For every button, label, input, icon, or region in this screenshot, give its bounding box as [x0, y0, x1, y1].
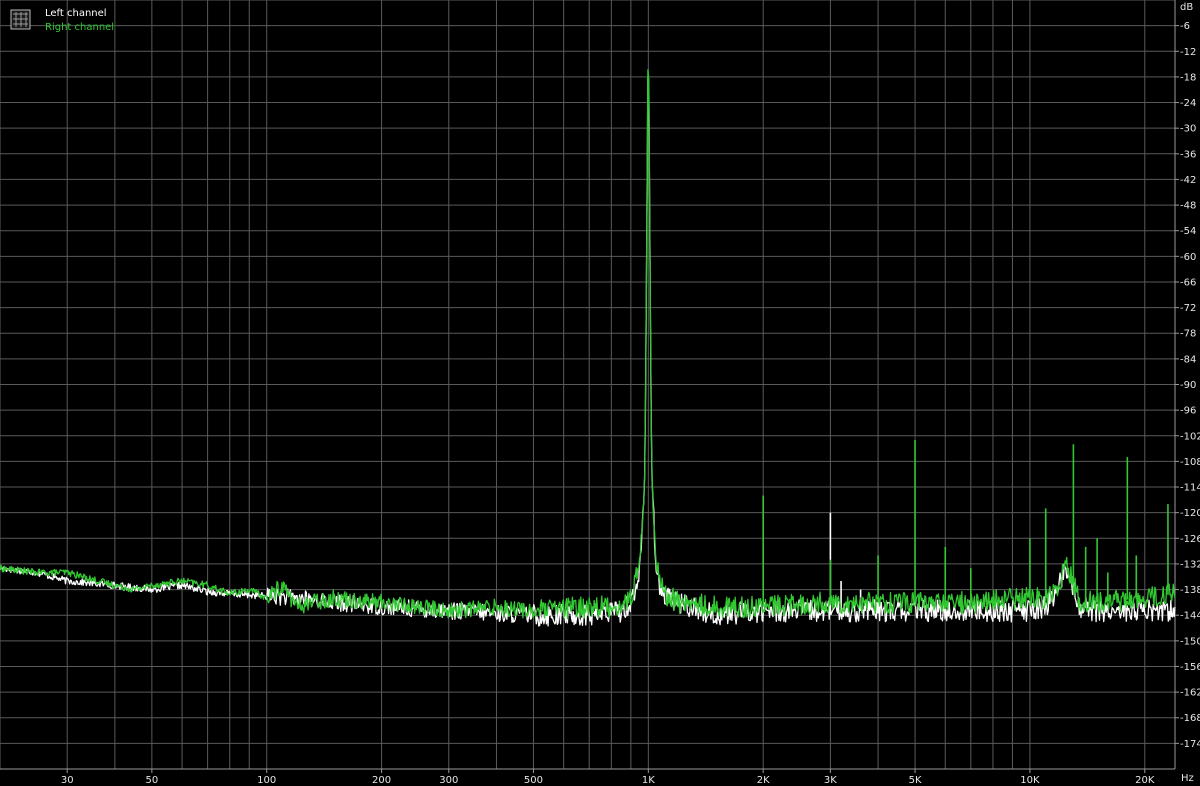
- y-unit-label: dB: [1180, 2, 1193, 13]
- y-tick-label: -18: [1180, 72, 1196, 83]
- x-tick-label: 2K: [757, 775, 770, 786]
- y-tick-label: -72: [1180, 303, 1196, 314]
- x-tick-label: 5K: [909, 775, 922, 786]
- x-tick-label: 500: [524, 775, 543, 786]
- y-tick-label: -6: [1180, 21, 1190, 32]
- y-tick-label: -174: [1180, 739, 1200, 750]
- y-axis-ticks: -6 -12 -18 -24 -30 -36 -42 -48 -54 -60 -66 -72 -78 -8…: [1175, 21, 1200, 750]
- y-tick-label: -60: [1180, 252, 1196, 263]
- x-unit-label: Hz: [1181, 773, 1194, 784]
- y-tick-label: -144: [1180, 611, 1200, 622]
- y-tick-label: -54: [1180, 226, 1196, 237]
- y-tick-label: -138: [1180, 585, 1200, 596]
- x-tick-label: 1K: [642, 775, 655, 786]
- y-tick-label: -114: [1180, 483, 1200, 494]
- x-axis-ticks: 30 50 100 200 300 500 1K 2K 3K 5K 10K 20K: [61, 769, 1155, 786]
- y-tick-label: -132: [1180, 559, 1200, 570]
- y-tick-label: -42: [1180, 175, 1196, 186]
- x-tick-label: 20K: [1135, 775, 1155, 786]
- y-tick-label: -48: [1180, 201, 1196, 212]
- y-tick-label: -90: [1180, 380, 1196, 391]
- y-tick-label: -36: [1180, 149, 1196, 160]
- legend-right-channel: Right channel: [45, 22, 114, 33]
- y-tick-label: -78: [1180, 329, 1196, 340]
- x-tick-label: 10K: [1020, 775, 1040, 786]
- y-tick-label: -30: [1180, 124, 1196, 135]
- y-tick-label: -24: [1180, 98, 1196, 109]
- y-tick-label: -84: [1180, 354, 1196, 365]
- y-tick-label: -162: [1180, 688, 1200, 699]
- y-tick-label: -168: [1180, 713, 1200, 724]
- y-tick-label: -150: [1180, 636, 1200, 647]
- x-tick-label: 300: [439, 775, 458, 786]
- x-tick-label: 100: [257, 775, 276, 786]
- x-tick-label: 30: [61, 775, 74, 786]
- y-tick-label: -126: [1180, 534, 1200, 545]
- y-tick-label: -96: [1180, 406, 1196, 417]
- y-tick-label: -12: [1180, 47, 1196, 58]
- x-tick-label: 200: [372, 775, 391, 786]
- y-tick-label: -156: [1180, 662, 1200, 673]
- y-tick-label: -120: [1180, 508, 1200, 519]
- legend-grid-icon[interactable]: [10, 9, 31, 30]
- x-tick-label: 3K: [824, 775, 837, 786]
- x-tick-label: 50: [145, 775, 158, 786]
- spectrum-chart: -6 -12 -18 -24 -30 -36 -42 -48 -54 -60 -66 -72 -78 -8…: [0, 0, 1200, 786]
- y-tick-label: -102: [1180, 431, 1200, 442]
- y-tick-label: -108: [1180, 457, 1200, 468]
- legend-left-channel: Left channel: [45, 8, 107, 19]
- y-tick-label: -66: [1180, 277, 1196, 288]
